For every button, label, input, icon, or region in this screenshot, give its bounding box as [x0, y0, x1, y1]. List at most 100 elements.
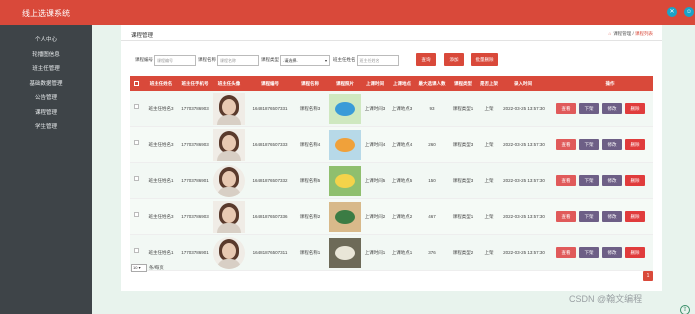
- off-shelf-button[interactable]: 下架: [579, 247, 599, 258]
- off-shelf-button[interactable]: 下架: [579, 103, 599, 114]
- edit-button[interactable]: 修改: [602, 139, 622, 150]
- teacher-name: 班主任姓名3: [148, 142, 174, 147]
- delete-button[interactable]: 删除: [625, 247, 645, 258]
- course-name-input[interactable]: 课程名称: [217, 54, 259, 66]
- filter-label-code: 课程编号: [135, 57, 153, 62]
- settings-icon[interactable]: ✕: [667, 7, 677, 17]
- table-row: 班主任姓名1 17703786901 16481876507311 课程名称1 上课时间…: [130, 235, 653, 271]
- delete-button[interactable]: 删除: [625, 103, 645, 114]
- home-icon[interactable]: ⌂: [608, 31, 611, 36]
- view-button[interactable]: 查看: [556, 139, 576, 150]
- teacher-name-input[interactable]: 班主任姓名: [356, 54, 399, 66]
- course-code-input[interactable]: 课程编号: [154, 54, 196, 66]
- chevron-down-icon: ▾: [324, 57, 327, 63]
- course-name: 课程名称1: [299, 250, 321, 255]
- teacher-phone: 17703786903: [181, 142, 209, 147]
- view-button[interactable]: 查看: [556, 103, 576, 114]
- breadcrumb-current: 课程列表: [635, 31, 653, 36]
- sidebar-item-teachers[interactable]: 班主任管理: [0, 62, 92, 77]
- row-checkbox[interactable]: [134, 139, 139, 145]
- sidebar-item-base-data[interactable]: 基础数据管理: [0, 77, 92, 92]
- created-time: 2022-03-25 13:57:30: [503, 250, 545, 255]
- teacher-avatar: [213, 93, 245, 125]
- on-shelf-status: 上架: [484, 250, 494, 255]
- teacher-phone: 17703786901: [181, 250, 209, 255]
- table-row: 班主任姓名1 17703786901 16481876507332 课程名称5 上课时间…: [130, 163, 653, 199]
- teacher-name: 班主任姓名3: [148, 214, 174, 219]
- delete-button[interactable]: 删除: [625, 211, 645, 222]
- col-teacher-avatar: 班主任头像: [217, 81, 241, 86]
- breadcrumb-item[interactable]: 课程管理: [613, 31, 631, 36]
- view-button[interactable]: 查看: [556, 247, 576, 258]
- teacher-name: 班主任姓名3: [148, 106, 174, 111]
- off-shelf-button[interactable]: 下架: [579, 211, 599, 222]
- course-name: 课程名称4: [299, 142, 321, 147]
- course-code: 16481876507333: [252, 142, 288, 147]
- teacher-avatar: [213, 165, 245, 197]
- add-button[interactable]: 添加: [444, 53, 464, 66]
- row-checkbox[interactable]: [134, 103, 139, 109]
- on-shelf-status: 上架: [484, 178, 494, 183]
- course-type: 课程类型3: [452, 178, 474, 183]
- class-time: 上课时间4: [364, 142, 386, 147]
- table-row: 班主任姓名3 17703786903 16481876507336 课程名称2 上课时间…: [130, 199, 653, 235]
- top-bar: 线上选课系统 ✕ ☺: [0, 0, 695, 25]
- breadcrumb: ⌂ 课程管理 / 课程列表: [608, 31, 653, 37]
- col-class-time: 上课时间: [366, 81, 384, 86]
- delete-button[interactable]: 删除: [625, 175, 645, 186]
- search-button[interactable]: 查询: [416, 53, 436, 66]
- class-time: 上课时间5: [364, 178, 386, 183]
- scroll-top-icon[interactable]: ⇧: [680, 305, 690, 314]
- created-time: 2022-03-25 13:57:30: [503, 142, 545, 147]
- col-actions: 操作: [605, 81, 615, 86]
- sidebar: 个人中心 轮播图信息 班主任管理 基础数据管理 公告管理 课程管理 学生管理: [0, 25, 92, 314]
- row-checkbox[interactable]: [134, 211, 139, 217]
- class-place: 上课地点1: [391, 250, 413, 255]
- view-button[interactable]: 查看: [556, 175, 576, 186]
- watermark: CSDN @翰文编程: [569, 294, 643, 304]
- course-photo: [329, 166, 361, 196]
- sidebar-item-profile[interactable]: 个人中心: [0, 33, 92, 48]
- sidebar-item-notices[interactable]: 公告管理: [0, 91, 92, 106]
- breadcrumb-separator: /: [632, 31, 634, 36]
- course-code: 16481876507311: [252, 250, 288, 255]
- delete-button[interactable]: 删除: [625, 139, 645, 150]
- edit-button[interactable]: 修改: [602, 211, 622, 222]
- table-row: 班主任姓名3 17703786903 16481876507333 课程名称4 上课时间…: [130, 127, 653, 163]
- created-time: 2022-03-25 13:57:30: [503, 214, 545, 219]
- course-code: 16481876507332: [252, 178, 288, 183]
- page-size-select[interactable]: 10 ▾: [131, 264, 147, 272]
- course-type-select[interactable]: -请选择- ▾: [280, 54, 330, 66]
- table-header: 班主任姓名 班主任手机号 班主任头像 课程编号 课程名称 课程照片 上课时间 上…: [130, 76, 653, 91]
- page-number-button[interactable]: 1: [643, 271, 653, 281]
- batch-delete-button[interactable]: 批量删除: [471, 53, 498, 66]
- view-button[interactable]: 查看: [556, 211, 576, 222]
- col-course-photo: 课程照片: [336, 81, 354, 86]
- course-name: 课程名称3: [299, 106, 321, 111]
- on-shelf-status: 上架: [484, 106, 494, 111]
- class-time: 上课时间2: [364, 214, 386, 219]
- class-place: 上课地点4: [391, 142, 413, 147]
- col-created-time: 录入时间: [514, 81, 532, 86]
- sidebar-item-students[interactable]: 学生管理: [0, 120, 92, 135]
- max-students: 150: [428, 178, 436, 183]
- on-shelf-status: 上架: [484, 142, 494, 147]
- col-max-students: 最大选课人数: [418, 81, 446, 86]
- course-photo: [329, 202, 361, 232]
- row-checkbox[interactable]: [134, 247, 139, 253]
- user-icon[interactable]: ☺: [684, 7, 694, 17]
- max-students: 376: [428, 250, 436, 255]
- edit-button[interactable]: 修改: [602, 247, 622, 258]
- sidebar-item-carousel[interactable]: 轮播图信息: [0, 48, 92, 63]
- page-title: 课程管理: [131, 33, 154, 39]
- sidebar-item-courses[interactable]: 课程管理: [0, 106, 92, 121]
- select-all-checkbox[interactable]: [134, 81, 139, 86]
- edit-button[interactable]: 修改: [602, 103, 622, 114]
- row-checkbox[interactable]: [134, 175, 139, 181]
- edit-button[interactable]: 修改: [602, 175, 622, 186]
- course-type: 课程类型3: [452, 142, 474, 147]
- course-photo: [329, 94, 361, 124]
- max-students: 467: [428, 214, 436, 219]
- off-shelf-button[interactable]: 下架: [579, 175, 599, 186]
- off-shelf-button[interactable]: 下架: [579, 139, 599, 150]
